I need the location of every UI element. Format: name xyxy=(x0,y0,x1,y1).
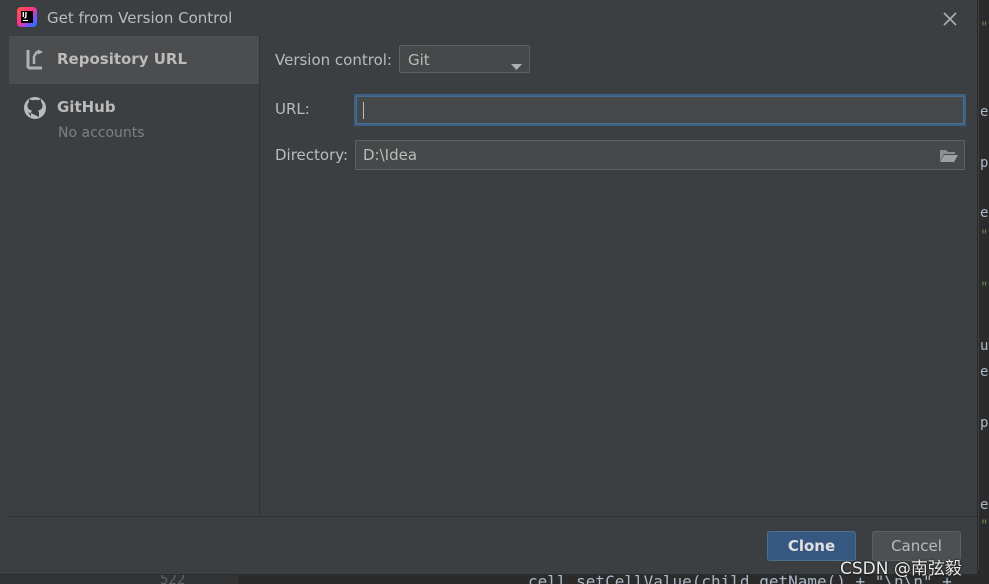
code-fragment: ul xyxy=(980,338,989,354)
vcs-source-sidebar: Repository URL GitHub No accounts xyxy=(9,36,260,516)
directory-input[interactable]: D:\Idea xyxy=(355,140,965,170)
footer-separator xyxy=(9,516,977,517)
code-fragment: e xyxy=(980,364,989,380)
dialog-title: Get from Version Control xyxy=(47,9,233,27)
version-control-select[interactable]: Git xyxy=(399,45,530,73)
intellij-idea-icon: IJ xyxy=(17,7,37,27)
code-fragment: e xyxy=(980,205,989,221)
code-fragment: " xyxy=(980,280,989,296)
watermark: CSDN @南弦毅 xyxy=(840,559,962,579)
close-button[interactable] xyxy=(938,7,962,31)
version-control-label: Version control: xyxy=(275,51,392,69)
vcs-repository-icon xyxy=(23,48,45,74)
folder-open-icon xyxy=(940,150,958,162)
url-input[interactable] xyxy=(354,94,966,126)
url-label: URL: xyxy=(275,100,310,118)
code-fragment: " xyxy=(980,228,989,244)
github-accounts-status: No accounts xyxy=(58,125,145,141)
sidebar-item-label: GitHub xyxy=(57,98,116,116)
sidebar-item-github[interactable]: GitHub No accounts xyxy=(9,84,259,148)
code-fragment: pj xyxy=(980,155,989,171)
chevron-down-icon xyxy=(511,56,522,75)
code-fragment: " xyxy=(980,20,989,36)
text-caret xyxy=(363,102,364,119)
dialog-titlebar: IJ Get from Version Control xyxy=(0,0,977,36)
github-icon xyxy=(23,96,47,124)
code-fragment: " xyxy=(980,518,989,534)
directory-label: Directory: xyxy=(275,146,349,164)
sidebar-item-repository-url[interactable]: Repository URL xyxy=(9,36,259,84)
code-fragment: pj xyxy=(980,415,989,431)
background-editor-edge: " e pj e " " ul e pj e " xyxy=(978,0,989,584)
browse-folder-button[interactable] xyxy=(939,148,958,167)
close-icon xyxy=(943,12,957,26)
sidebar-item-label: Repository URL xyxy=(57,50,187,68)
code-fragment: e xyxy=(980,104,989,120)
version-control-value: Git xyxy=(408,51,430,69)
code-fragment: e xyxy=(980,497,989,513)
directory-value: D:\Idea xyxy=(363,146,418,164)
get-from-vcs-dialog: IJ Get from Version Control Repository U… xyxy=(0,0,978,575)
